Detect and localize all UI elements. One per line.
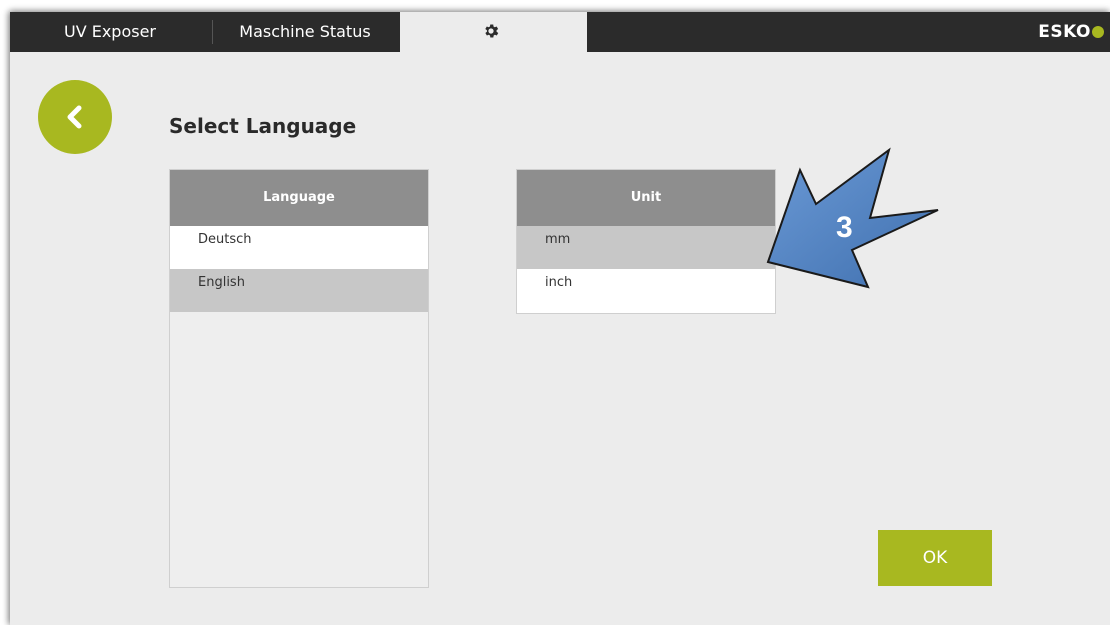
tab-settings[interactable] <box>400 12 587 52</box>
unit-list-header: Unit <box>517 170 775 226</box>
language-item-english[interactable]: English <box>170 269 428 312</box>
annotation-number: 3 <box>836 211 853 244</box>
unit-item-mm[interactable]: mm <box>517 226 775 269</box>
language-item-deutsch[interactable]: Deutsch <box>170 226 428 269</box>
esko-logo: ESKO <box>1038 12 1104 52</box>
ok-button[interactable]: OK <box>878 530 992 586</box>
tab-uv-exposer[interactable]: UV Exposer <box>10 12 210 52</box>
logo-mark-icon <box>1092 26 1104 38</box>
language-list: Language Deutsch English <box>169 169 429 588</box>
language-list-header: Language <box>170 170 428 226</box>
top-navigation-bar: UV Exposer Maschine Status ESKO <box>10 12 1110 52</box>
app-window: UV Exposer Maschine Status ESKO Select L… <box>10 12 1110 625</box>
gear-icon <box>485 24 499 38</box>
tab-maschine-status[interactable]: Maschine Status <box>210 12 400 52</box>
chevron-left-icon <box>67 105 82 129</box>
page-title: Select Language <box>169 114 357 138</box>
logo-text: ESKO <box>1038 22 1091 42</box>
back-button[interactable] <box>38 80 112 154</box>
annotation-arrow: 3 <box>766 147 939 289</box>
unit-item-inch[interactable]: inch <box>517 269 775 312</box>
unit-list: Unit mm inch <box>516 169 776 314</box>
